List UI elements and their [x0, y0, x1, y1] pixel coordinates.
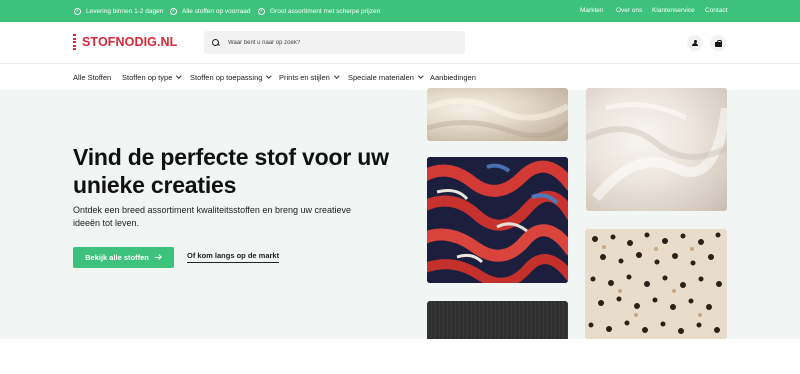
leopard-texture: [585, 229, 727, 339]
visit-market-link[interactable]: Of kom langs op de markt: [187, 251, 280, 263]
view-all-fabrics-button[interactable]: Bekijk alle stoffen: [73, 247, 174, 268]
hero-title: Vind de perfecte stof voor uw unieke cre…: [73, 144, 389, 198]
user-icon: [692, 39, 699, 47]
nav-item-alle-stoffen[interactable]: Alle Stoffen: [73, 64, 111, 90]
nav-item-speciale-materialen[interactable]: Speciale materialen: [348, 64, 424, 90]
cart-button[interactable]: [710, 35, 726, 51]
nav-item-label: Alle Stoffen: [73, 72, 112, 82]
site-header: STOFNODIG.NL: [0, 22, 800, 64]
account-button[interactable]: [687, 35, 703, 51]
nav-item-aanbiedingen[interactable]: Aanbiedingen: [430, 64, 476, 90]
arrow-right-icon: [154, 255, 162, 261]
fabric-image-dark-stripe[interactable]: [427, 301, 568, 341]
search-bar[interactable]: [204, 31, 465, 54]
nav-item-stoffen-op-type[interactable]: Stoffen op type: [122, 64, 182, 90]
nav-item-label: Stoffen op type: [122, 72, 173, 82]
nav-item-prints-en-stijlen[interactable]: Prints en stijlen: [279, 64, 340, 90]
logo[interactable]: STOFNODIG.NL: [73, 33, 177, 51]
usp-label: Alle stoffen op voorraad: [182, 7, 251, 15]
check-icon: ✓: [258, 7, 265, 15]
print-texture: [427, 157, 568, 283]
top-link-klantenservice[interactable]: Klantenservice: [652, 7, 695, 14]
fur-texture: [586, 102, 727, 202]
hero-subtitle: Ontdek een breed assortiment kwaliteitss…: [73, 205, 351, 228]
fabric-image-leopard-print[interactable]: [585, 229, 727, 339]
chevron-down-icon: [266, 73, 272, 79]
usp-label: Levering binnen 1-2 dagen: [86, 7, 164, 15]
button-label: Bekijk alle stoffen: [85, 253, 149, 262]
nav-item-label: Aanbiedingen: [430, 72, 476, 82]
top-bar: ✓ Levering binnen 1-2 dagen ✓ Alle stoff…: [0, 0, 800, 22]
chevron-down-icon: [334, 73, 340, 79]
nav-item-stoffen-op-toepassing[interactable]: Stoffen op toepassing: [190, 64, 272, 90]
top-link-markten[interactable]: Markten: [580, 7, 603, 14]
check-icon: ✓: [74, 7, 81, 15]
logo-text: STOFNODIG.NL: [82, 35, 178, 49]
top-link-contact[interactable]: Contact: [705, 7, 727, 14]
main-nav: Alle Stoffen Stoffen op type Stoffen op …: [0, 64, 800, 90]
top-link-over-ons[interactable]: Over ons: [616, 7, 642, 14]
usp-label: Groot assortiment met scherpe prijzen: [270, 7, 381, 15]
nav-item-label: Prints en stijlen: [279, 72, 330, 82]
search-icon[interactable]: [212, 38, 220, 47]
fabric-image-faux-fur-white[interactable]: [586, 88, 727, 211]
usp-stock: ✓ Alle stoffen op voorraad: [170, 0, 251, 22]
check-icon: ✓: [170, 7, 177, 15]
cart-icon: [714, 39, 722, 47]
nav-item-label: Stoffen op toepassing: [190, 72, 263, 82]
fabric-image-red-print[interactable]: [427, 157, 568, 283]
logo-mark: [73, 34, 77, 50]
chevron-down-icon: [176, 73, 182, 79]
nav-item-label: Speciale materialen: [348, 72, 414, 82]
page-footer-area: [0, 339, 800, 374]
usp-delivery: ✓ Levering binnen 1-2 dagen: [74, 0, 163, 22]
chevron-down-icon: [418, 73, 424, 79]
usp-assortment: ✓ Groot assortiment met scherpe prijzen: [258, 0, 380, 22]
fabric-image-faux-fur-beige[interactable]: [427, 88, 568, 141]
fur-texture: [427, 97, 568, 139]
search-input[interactable]: [228, 39, 448, 46]
